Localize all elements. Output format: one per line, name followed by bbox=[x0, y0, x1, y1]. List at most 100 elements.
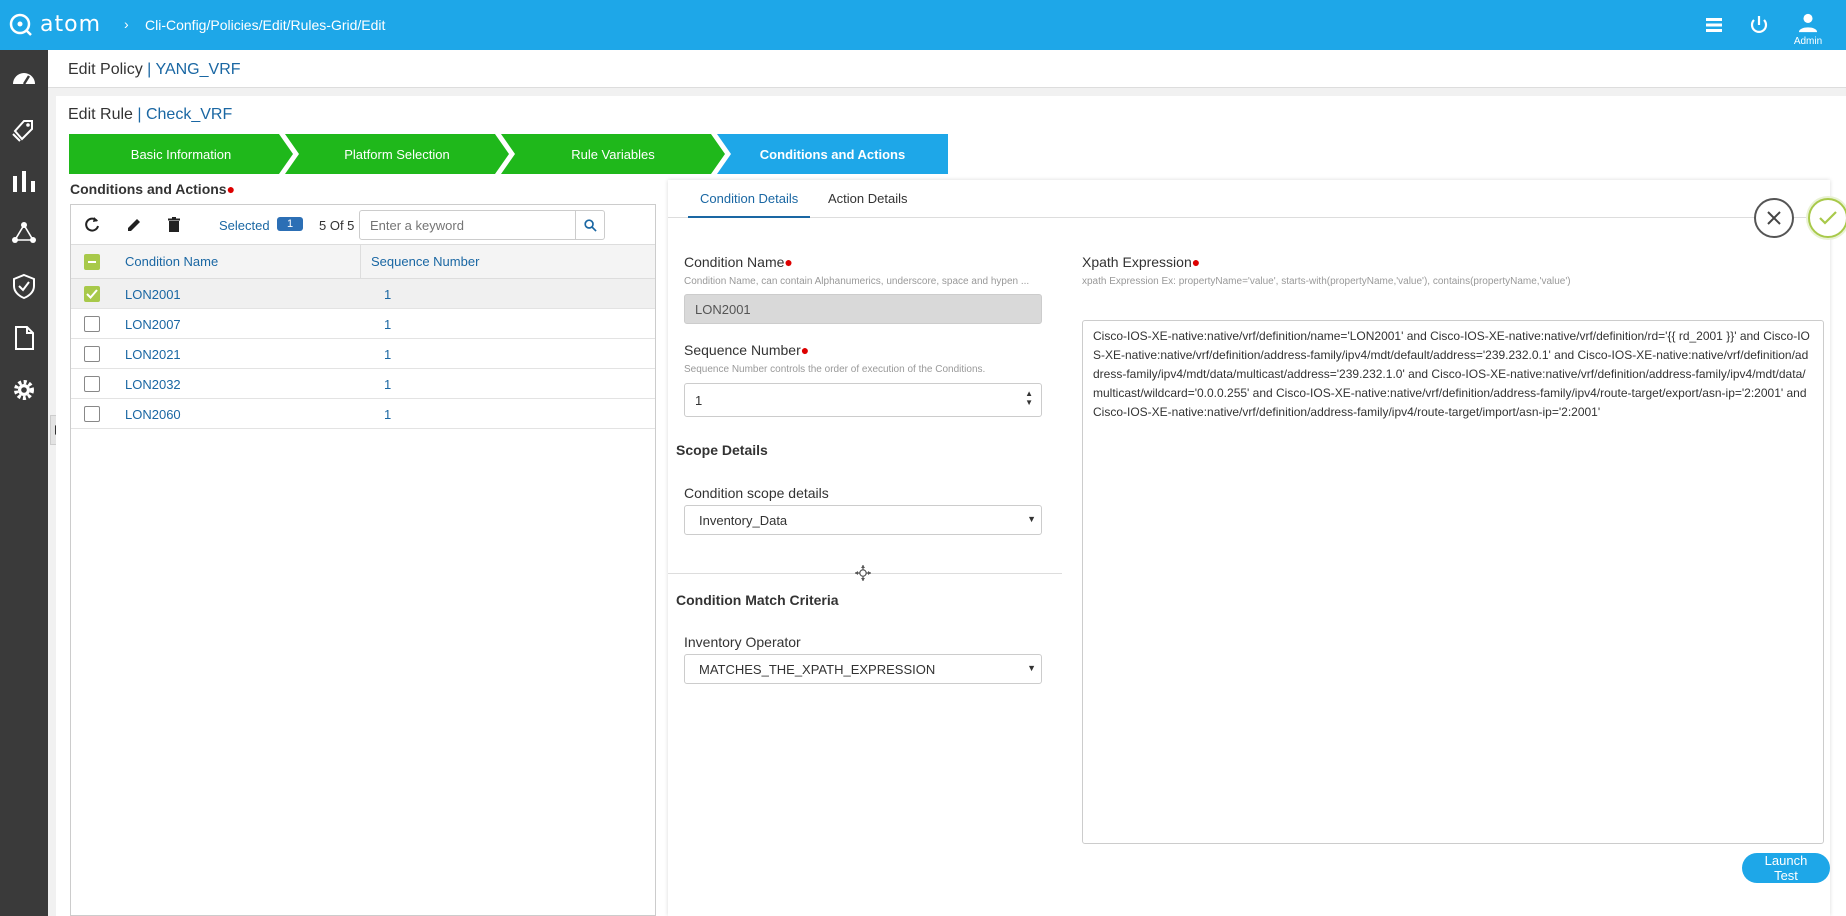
sequence-number-stepper[interactable]: 1 ▲ ▼ bbox=[684, 383, 1042, 417]
sequence-cell: 1 bbox=[384, 317, 392, 332]
condition-name-help: Condition Name, can contain Alphanumeric… bbox=[684, 276, 1030, 287]
scope-select[interactable]: Inventory_Data ▼ bbox=[684, 505, 1042, 535]
chevron-down-icon: ▼ bbox=[1027, 663, 1036, 673]
policy-separator: | bbox=[142, 61, 156, 78]
condition-name-cell[interactable]: LON2032 bbox=[125, 377, 181, 392]
search-button[interactable] bbox=[575, 210, 605, 240]
xpath-label-text: Xpath Expression bbox=[1082, 254, 1192, 270]
sequence-cell: 1 bbox=[384, 377, 392, 392]
row-checkbox[interactable] bbox=[84, 376, 100, 392]
xpath-expression-textarea[interactable]: Cisco-IOS-XE-native:native/vrf/definitio… bbox=[1082, 320, 1824, 844]
inventory-operator-value: MATCHES_THE_XPATH_EXPRESSION bbox=[699, 662, 936, 677]
row-checkbox[interactable] bbox=[84, 316, 100, 332]
rule-panel: Edit Rule | Check_VRF Basic Information … bbox=[56, 96, 1846, 916]
xpath-label: Xpath Expression● bbox=[1082, 254, 1200, 270]
grid-toolbar: Selected 1 5 Of 5 bbox=[71, 205, 655, 245]
row-count: 5 Of 5 bbox=[319, 218, 355, 233]
select-all-checkbox[interactable] bbox=[84, 254, 100, 270]
chevron-down-icon: ▼ bbox=[1027, 514, 1036, 524]
sequence-cell: 1 bbox=[384, 407, 392, 422]
admin-menu[interactable]: Admin bbox=[1788, 13, 1828, 47]
column-condition-name[interactable]: Condition Name bbox=[125, 254, 218, 269]
drag-handle-icon[interactable] bbox=[854, 564, 872, 582]
table-row[interactable]: LON2060 1 bbox=[71, 399, 655, 429]
column-sequence-number[interactable]: Sequence Number bbox=[371, 254, 479, 269]
tags-icon[interactable] bbox=[10, 116, 38, 144]
condition-name-label: Condition Name● bbox=[684, 254, 793, 270]
step-conditions-and-actions[interactable]: Conditions and Actions bbox=[717, 134, 948, 174]
conditions-section-label: Conditions and Actions● bbox=[70, 181, 235, 197]
required-dot: ● bbox=[784, 254, 793, 270]
wizard-steps: Basic Information Platform Selection Rul… bbox=[69, 134, 948, 174]
close-icon bbox=[1767, 211, 1781, 225]
match-criteria-title: Condition Match Criteria bbox=[676, 592, 839, 608]
dashboard-icon[interactable] bbox=[10, 64, 38, 92]
table-row[interactable]: LON2021 1 bbox=[71, 339, 655, 369]
conditions-label-text: Conditions and Actions bbox=[70, 181, 227, 197]
sequence-number-value: 1 bbox=[695, 393, 703, 408]
document-icon[interactable] bbox=[10, 324, 38, 352]
required-dot: ● bbox=[800, 342, 810, 358]
topology-icon[interactable] bbox=[10, 220, 38, 248]
step-platform-selection[interactable]: Platform Selection bbox=[285, 134, 509, 174]
policy-prefix: Edit Policy bbox=[68, 61, 143, 78]
check-icon bbox=[1819, 211, 1837, 225]
user-icon bbox=[1798, 13, 1818, 33]
xpath-help: xpath Expression Ex: propertyName='value… bbox=[1082, 276, 1571, 287]
sequence-number-help: Sequence Number controls the order of ex… bbox=[684, 364, 986, 375]
policy-header: Edit Policy | YANG_VRF bbox=[48, 50, 1846, 88]
row-checkbox[interactable] bbox=[84, 286, 100, 302]
condition-name-cell[interactable]: LON2060 bbox=[125, 407, 181, 422]
condition-name-cell[interactable]: LON2021 bbox=[125, 347, 181, 362]
save-button[interactable] bbox=[1808, 198, 1846, 238]
shield-check-icon[interactable] bbox=[10, 272, 38, 300]
policy-name: YANG_VRF bbox=[155, 61, 241, 78]
table-row[interactable]: LON2007 1 bbox=[71, 309, 655, 339]
launch-test-config-button[interactable]: Launch Test Config bbox=[1742, 853, 1830, 898]
scope-label: Condition scope details bbox=[684, 485, 829, 501]
list-icon[interactable] bbox=[1702, 13, 1726, 37]
required-dot: ● bbox=[1191, 254, 1201, 270]
tab-condition-details[interactable]: Condition Details bbox=[688, 191, 811, 218]
selected-count-badge: 1 bbox=[277, 217, 304, 231]
search-input[interactable] bbox=[359, 210, 605, 240]
table-row[interactable]: LON2001 1 bbox=[71, 279, 655, 309]
power-icon[interactable] bbox=[1747, 13, 1771, 37]
rule-name: Check_VRF bbox=[145, 106, 233, 123]
details-tabs: Condition Details Action Details bbox=[668, 180, 1830, 218]
condition-name-field[interactable]: LON2001 bbox=[684, 294, 1042, 324]
sequence-cell: 1 bbox=[384, 347, 392, 362]
check-icon bbox=[86, 289, 98, 299]
step-rule-variables[interactable]: Rule Variables bbox=[501, 134, 725, 174]
step-basic-information[interactable]: Basic Information bbox=[69, 134, 293, 174]
table-row[interactable]: LON2032 1 bbox=[71, 369, 655, 399]
atom-logo[interactable]: atom bbox=[8, 11, 101, 37]
breadcrumb: Cli-Config/Policies/Edit/Rules-Grid/Edit bbox=[145, 17, 386, 33]
stepper-arrows-icon[interactable]: ▲ ▼ bbox=[1025, 389, 1033, 407]
row-checkbox[interactable] bbox=[84, 406, 100, 422]
sequence-number-label-text: Sequence Number bbox=[684, 342, 801, 358]
condition-name-cell[interactable]: LON2007 bbox=[125, 317, 181, 332]
bar-chart-icon[interactable] bbox=[10, 168, 38, 196]
top-bar: atom › Cli-Config/Policies/Edit/Rules-Gr… bbox=[0, 0, 1846, 50]
condition-name-label-text: Condition Name bbox=[684, 254, 785, 270]
edit-icon[interactable] bbox=[125, 216, 143, 234]
inventory-operator-label: Inventory Operator bbox=[684, 634, 801, 650]
inventory-operator-select[interactable]: MATCHES_THE_XPATH_EXPRESSION ▼ bbox=[684, 654, 1042, 684]
rule-separator: | bbox=[132, 106, 146, 123]
refresh-icon[interactable] bbox=[83, 216, 101, 234]
grid-header: Condition Name Sequence Number bbox=[71, 245, 655, 279]
gear-icon[interactable] bbox=[10, 376, 38, 404]
sidebar bbox=[0, 50, 48, 916]
condition-name-cell[interactable]: LON2001 bbox=[125, 287, 181, 302]
rule-title: Edit Rule | Check_VRF bbox=[68, 106, 232, 124]
delete-icon[interactable] bbox=[165, 216, 183, 234]
scope-details-title: Scope Details bbox=[676, 442, 768, 458]
row-checkbox[interactable] bbox=[84, 346, 100, 362]
search-icon bbox=[584, 218, 597, 232]
admin-label: Admin bbox=[1793, 36, 1823, 47]
condition-details-panel: Condition Details Action Details Conditi… bbox=[668, 180, 1846, 916]
cancel-button[interactable] bbox=[1754, 198, 1794, 238]
tab-action-details[interactable]: Action Details bbox=[828, 191, 907, 206]
required-dot: ● bbox=[226, 181, 236, 197]
